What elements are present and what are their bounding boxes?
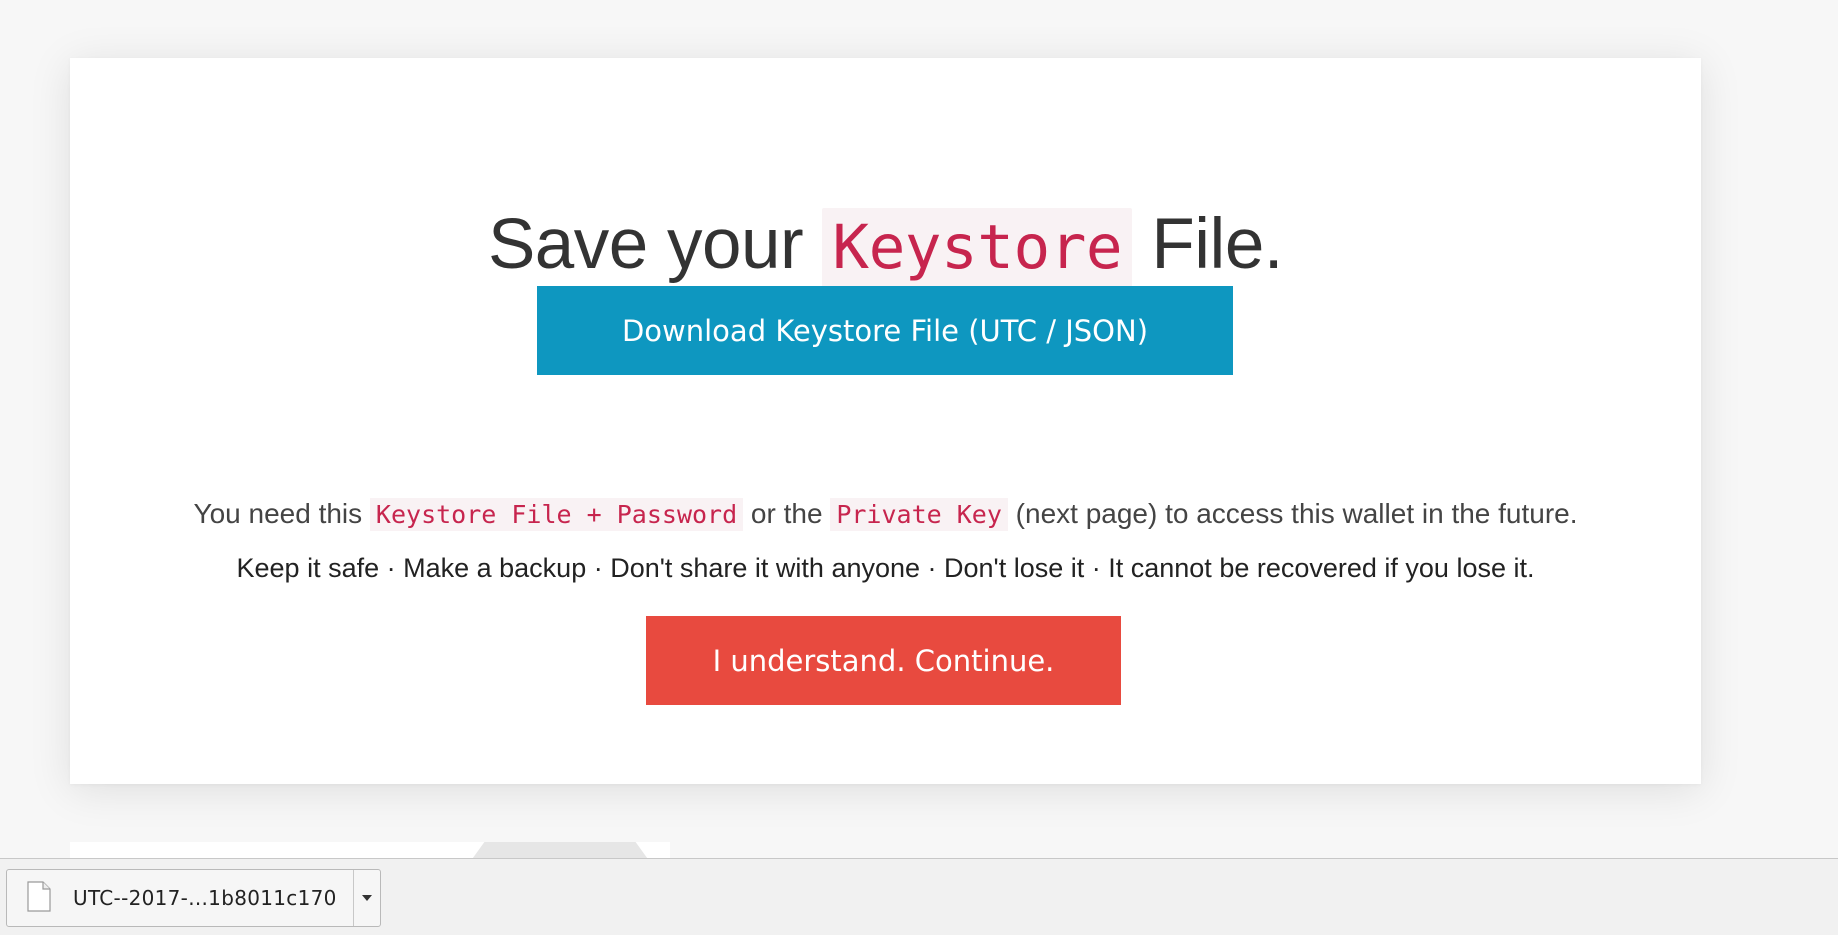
browser-download-bar: UTC--2017-...1b8011c170 — [0, 858, 1838, 935]
download-menu-button[interactable] — [354, 870, 380, 926]
title-prefix: Save your — [487, 205, 823, 284]
info-text: You need this Keystore File + Password o… — [70, 494, 1701, 535]
private-key-code: Private Key — [830, 498, 1008, 531]
continue-button[interactable]: I understand. Continue. — [646, 616, 1121, 705]
info-part2: or the — [743, 498, 831, 529]
download-item[interactable]: UTC--2017-...1b8011c170 — [6, 869, 381, 927]
download-file-name: UTC--2017-...1b8011c170 — [73, 886, 337, 910]
page-title: Save your Keystore File. — [70, 195, 1701, 298]
info-part3: (next page) to access this wallet in the… — [1007, 498, 1578, 529]
title-keystore-code: Keystore — [822, 208, 1133, 287]
document-icon — [27, 881, 51, 912]
info-part1: You need this — [193, 498, 370, 529]
title-suffix: File. — [1132, 205, 1284, 284]
download-keystore-button[interactable]: Download Keystore File (UTC / JSON) — [537, 286, 1233, 375]
caret-down-icon — [362, 895, 372, 901]
keystore-card: Save your Keystore File. Download Keysto… — [70, 58, 1701, 784]
keystore-password-code: Keystore File + Password — [369, 498, 744, 531]
warning-text: Keep it safe · Make a backup · Don't sha… — [236, 553, 1535, 583]
